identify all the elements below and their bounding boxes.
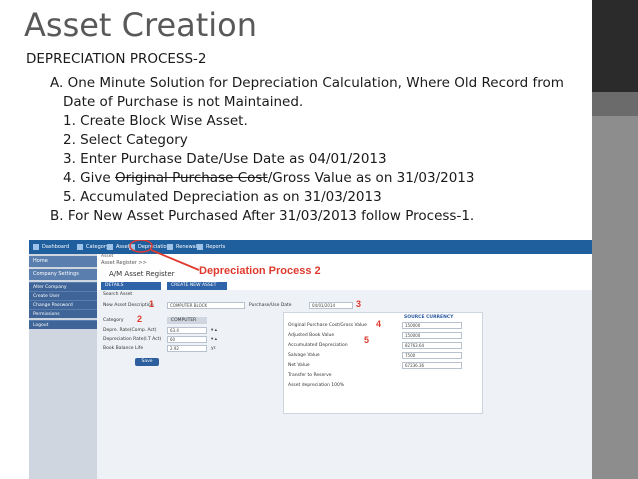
category-select[interactable]: COMPUTER	[167, 317, 207, 324]
rate-comp-stepper-icon[interactable]: ▾ ▴	[211, 328, 217, 333]
step-4-suffix: /Gross Value as on 31/03/2013	[267, 170, 475, 186]
line-b: B. For New Asset Purchased After 31/03/2…	[50, 208, 475, 224]
sidebar-item-create-user[interactable]: Create User	[29, 291, 97, 300]
accumulated-dep-input[interactable]: 82763.64	[402, 342, 462, 349]
step-4: 4. Give Original Purchase Cost/Gross Val…	[63, 170, 474, 186]
app-screenshot: Dashboard Category Asset Depreciation Re…	[29, 240, 592, 479]
annotation-arrow-icon	[129, 240, 200, 271]
source-currency-panel: SOURCE CURRENCY Original Purchase Cost/G…	[283, 312, 483, 414]
rate-comp-input[interactable]: 63.4	[167, 327, 207, 334]
annotation-1: 1	[149, 299, 155, 309]
adjusted-book-input[interactable]: 150000	[402, 332, 462, 339]
rate-it-input[interactable]: 60	[167, 336, 207, 343]
line-a-2: Date of Purchase is not Maintained.	[63, 94, 304, 110]
step-5: 5. Accumulated Depreciation as on 31/03/…	[63, 189, 382, 205]
book-balance-label: Book Balance Life	[103, 346, 144, 351]
original-purchase-input[interactable]: 150000	[402, 322, 462, 329]
step-3: 3. Enter Purchase Date/Use Date as 04/01…	[63, 151, 387, 167]
annotation-4: 4	[376, 319, 382, 329]
sidebar-item-logout[interactable]: Logout	[29, 320, 97, 329]
annotation-3: 3	[356, 299, 362, 309]
rate-comp-label: Depre. Rate(Comp. Act)	[103, 328, 157, 333]
adjusted-book-label: Adjusted Book Value	[288, 333, 335, 338]
line-a-1: A. One Minute Solution for Depreciation …	[50, 75, 564, 91]
tab-create-new-asset[interactable]: CREATE NEW ASSET	[167, 282, 227, 290]
purchase-date-input[interactable]: 04/01/2014	[309, 302, 353, 309]
category-label: Category	[103, 318, 124, 323]
main-content: Asset Asset Register >> A/M Asset Regist…	[97, 240, 592, 479]
nav-category[interactable]: Category	[77, 241, 109, 253]
accumulated-dep-label: Accumulated Depreciation	[288, 343, 348, 348]
sidebar: Home Company Settings Alter Company Crea…	[29, 254, 97, 479]
step-1: 1. Create Block Wise Asset.	[63, 113, 248, 129]
annotation-5: 5	[364, 335, 370, 345]
sidebar-company-settings[interactable]: Company Settings	[29, 269, 97, 280]
step-4-prefix: 4. Give	[63, 170, 115, 186]
nav-dashboard[interactable]: Dashboard	[33, 241, 69, 253]
save-button[interactable]: Save	[135, 358, 159, 366]
salvage-input[interactable]: 7500	[402, 352, 462, 359]
sidebar-item-change-password[interactable]: Change Password	[29, 300, 97, 309]
salvage-label: Salvage Value	[288, 353, 320, 358]
book-balance-input[interactable]: 2.92	[167, 345, 207, 352]
new-asset-description-input[interactable]: COMPUTER BLOCK	[167, 302, 245, 309]
net-value-input[interactable]: 67236.36	[402, 362, 462, 369]
slide-subtitle: DEPRECIATION PROCESS-2	[26, 51, 207, 67]
rate-it-stepper-icon[interactable]: ▾ ▴	[211, 337, 217, 342]
annotation-2: 2	[137, 314, 143, 324]
sidebar-home[interactable]: Home	[29, 256, 97, 267]
step-4-struck: Original Purchase Cost	[114, 170, 268, 186]
accent-block-mid	[592, 92, 638, 116]
source-currency-header: SOURCE CURRENCY	[404, 315, 454, 320]
net-value-label: Net Value	[288, 363, 310, 368]
category-icon	[77, 243, 83, 250]
purchase-date-label: Purchase/Use Date	[249, 303, 292, 308]
new-asset-description-label: New Asset Description	[103, 303, 154, 308]
tab-details[interactable]: DETAILS	[101, 282, 161, 290]
rate-it-label: Depreciation Rate(I.T Act)	[103, 337, 162, 342]
slide-title: Asset Creation	[24, 6, 258, 44]
asset-depreciation-label: Asset depreciation 100%	[288, 383, 345, 388]
sidebar-item-alter-company[interactable]: Alter Company	[29, 282, 97, 291]
sidebar-item-permissions[interactable]: Permissions	[29, 309, 97, 318]
transfer-reserve-label: Transfer to Reserve	[288, 373, 332, 378]
dashboard-icon	[33, 243, 39, 250]
right-accent-bar	[592, 0, 638, 479]
original-purchase-label: Original Purchase Cost/Gross Value	[288, 323, 367, 328]
book-balance-unit: yr.	[211, 346, 217, 351]
accent-block-dark	[592, 0, 638, 92]
search-asset-label: Search Asset	[103, 292, 133, 297]
form-area: DETAILS CREATE NEW ASSET Search Asset Ne…	[97, 282, 592, 479]
step-2: 2. Select Category	[63, 132, 188, 148]
